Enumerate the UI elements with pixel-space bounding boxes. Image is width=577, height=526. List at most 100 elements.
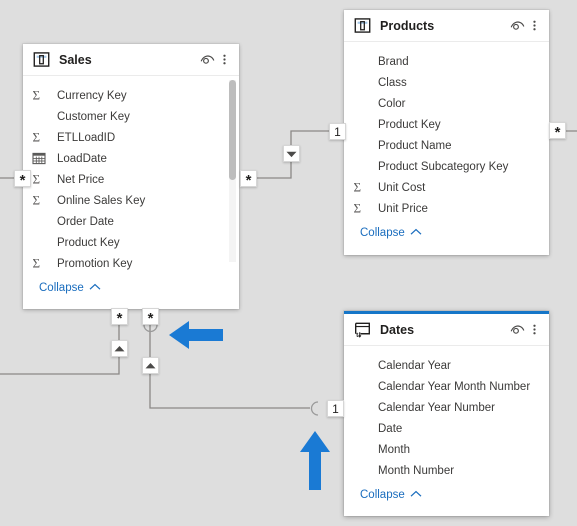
cardinality-badge-dates-left[interactable]: 1 xyxy=(327,400,344,417)
table-card-products[interactable]: Products Brand Class Color Product Key P… xyxy=(344,10,549,255)
collapse-button[interactable]: Collapse xyxy=(23,282,239,294)
hide-eye-icon[interactable] xyxy=(509,17,526,34)
wire-sales-bottom-left xyxy=(0,309,120,375)
annotation-up-arrow xyxy=(296,430,334,492)
cardinality-badge-sales-left[interactable]: * xyxy=(14,170,31,188)
field-row[interactable]: Calendar Year xyxy=(344,355,549,376)
field-list-products[interactable]: Brand Class Color Product Key Product Na… xyxy=(344,42,549,255)
svg-text:Σ: Σ xyxy=(33,88,41,102)
field-icon-none xyxy=(32,235,48,250)
field-row[interactable]: Color xyxy=(344,93,549,114)
field-row[interactable]: Σ Promotion Key xyxy=(23,253,239,274)
calendar-icon xyxy=(32,151,48,166)
table-header-sales[interactable]: Sales xyxy=(23,44,239,76)
sigma-icon: Σ xyxy=(32,172,48,187)
svg-text:Σ: Σ xyxy=(33,256,41,270)
field-name: Unit Cost xyxy=(378,181,426,194)
cardinality-badge-sales-bottom-1[interactable]: * xyxy=(111,308,128,326)
sigma-icon: Σ xyxy=(32,193,48,208)
cardinality-badge-products-left[interactable]: 1 xyxy=(329,123,346,140)
filter-direction-badge-sales-products[interactable] xyxy=(283,145,300,162)
down-arrow-icon xyxy=(286,151,297,157)
hide-eye-icon[interactable] xyxy=(199,51,216,68)
field-icon-none xyxy=(353,96,369,111)
field-icon-none xyxy=(353,117,369,132)
field-icon-none xyxy=(353,379,369,394)
field-name: Net Price xyxy=(57,173,105,186)
field-row[interactable]: Σ Currency Key xyxy=(23,85,239,106)
field-icon-none xyxy=(353,421,369,436)
field-row[interactable]: Order Date xyxy=(23,211,239,232)
scrollbar-thumb[interactable] xyxy=(229,80,236,180)
field-name: Date xyxy=(378,422,403,435)
field-icon-none xyxy=(353,463,369,478)
field-icon-none xyxy=(353,400,369,415)
field-row[interactable]: Month xyxy=(344,439,549,460)
left-arrow xyxy=(169,321,223,349)
collapse-label: Collapse xyxy=(39,282,84,294)
field-row[interactable]: Calendar Year Month Number xyxy=(344,376,549,397)
field-list-scrollbar[interactable] xyxy=(229,80,236,262)
table-header-products[interactable]: Products xyxy=(344,10,549,42)
sigma-icon: Σ xyxy=(353,180,369,195)
field-name: Product Key xyxy=(378,118,441,131)
more-options-icon[interactable] xyxy=(218,51,231,68)
collapse-label: Collapse xyxy=(360,227,405,239)
filter-direction-badge-sales-dates[interactable] xyxy=(142,357,159,374)
more-options-icon[interactable] xyxy=(528,17,541,34)
field-row[interactable]: Product Name xyxy=(344,135,549,156)
field-row[interactable]: Σ ETLLoadID xyxy=(23,127,239,148)
sigma-icon: Σ xyxy=(32,130,48,145)
field-icon-none xyxy=(32,109,48,124)
field-icon-none xyxy=(353,442,369,457)
field-row[interactable]: Date xyxy=(344,418,549,439)
sigma-icon: Σ xyxy=(32,256,48,271)
field-row[interactable]: Σ Unit Cost xyxy=(344,177,549,198)
cardinality-badge-products-right[interactable]: * xyxy=(549,122,566,140)
field-row[interactable]: Class xyxy=(344,72,549,93)
table-card-sales[interactable]: Sales Σ Currency Key Customer Key Σ ETLL… xyxy=(23,44,239,309)
chevron-up-icon xyxy=(410,227,422,239)
field-name: LoadDate xyxy=(57,152,107,165)
cardinality-badge-sales-bottom-2[interactable]: * xyxy=(142,308,159,326)
svg-text:Σ: Σ xyxy=(354,201,362,215)
field-list-sales[interactable]: Σ Currency Key Customer Key Σ ETLLoadID xyxy=(23,76,239,309)
chevron-up-icon xyxy=(89,282,101,294)
field-row[interactable]: Month Number xyxy=(344,460,549,481)
field-name: Product Subcategory Key xyxy=(378,160,509,173)
sigma-icon: Σ xyxy=(353,201,369,216)
collapse-button[interactable]: Collapse xyxy=(344,489,549,501)
model-view-canvas[interactable]: Sales Σ Currency Key Customer Key Σ ETLL… xyxy=(0,0,577,526)
field-row[interactable]: LoadDate xyxy=(23,148,239,169)
field-name: Online Sales Key xyxy=(57,194,146,207)
annotation-left-arrow xyxy=(167,316,225,354)
hide-eye-icon[interactable] xyxy=(509,321,526,338)
field-name: Order Date xyxy=(57,215,114,228)
field-row[interactable]: Product Key xyxy=(23,232,239,253)
date-table-icon: t xyxy=(354,321,371,339)
svg-text:Σ: Σ xyxy=(33,193,41,207)
field-row[interactable]: Customer Key xyxy=(23,106,239,127)
field-row[interactable]: Σ Unit Price xyxy=(344,198,549,219)
field-row[interactable]: Product Key xyxy=(344,114,549,135)
table-card-dates[interactable]: t Dates Calendar Year Calendar Year Mont… xyxy=(344,311,549,516)
field-row[interactable]: Σ Net Price xyxy=(23,169,239,190)
field-name: Product Name xyxy=(378,139,452,152)
collapse-button[interactable]: Collapse xyxy=(344,227,549,239)
up-arrow xyxy=(300,431,330,490)
table-header-dates[interactable]: t Dates xyxy=(344,314,549,346)
field-row[interactable]: Σ Online Sales Key xyxy=(23,190,239,211)
field-list-dates[interactable]: Calendar Year Calendar Year Month Number… xyxy=(344,346,549,516)
field-name: Customer Key xyxy=(57,110,130,123)
field-icon-none xyxy=(353,75,369,90)
field-row[interactable]: Product Subcategory Key xyxy=(344,156,549,177)
field-icon-none xyxy=(353,54,369,69)
table-title: Sales xyxy=(59,52,92,67)
filter-direction-badge-sales-left[interactable] xyxy=(111,340,128,357)
more-options-icon[interactable] xyxy=(528,321,541,338)
field-row[interactable]: Brand xyxy=(344,51,549,72)
field-name: Color xyxy=(378,97,406,110)
field-icon-none xyxy=(32,214,48,229)
field-row[interactable]: Calendar Year Number xyxy=(344,397,549,418)
cardinality-badge-sales-right[interactable]: * xyxy=(240,170,257,188)
